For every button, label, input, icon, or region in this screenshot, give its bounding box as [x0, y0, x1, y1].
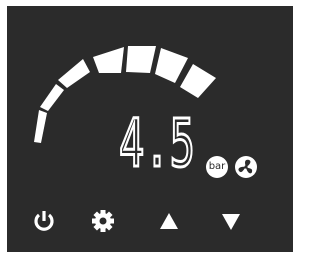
level-segment-4: [93, 47, 124, 73]
down-arrow-icon: [222, 214, 240, 230]
level-segment-6: [155, 48, 188, 83]
level-segment-2: [40, 84, 64, 111]
gear-icon: [92, 210, 114, 232]
up-arrow-icon: [160, 213, 178, 229]
level-segment-5: [126, 46, 156, 73]
pressure-readout: 4.5: [119, 109, 195, 171]
fan-icon: [235, 156, 257, 178]
decrease-button[interactable]: [217, 207, 245, 235]
level-segment-3: [58, 59, 90, 88]
pressure-value: 4.5: [119, 109, 195, 171]
increase-button[interactable]: [155, 207, 183, 235]
power-icon: [34, 211, 54, 231]
power-button[interactable]: [30, 207, 58, 235]
level-segment-7: [180, 64, 216, 98]
level-segment-1: [34, 110, 47, 143]
unit-badge: bar: [206, 156, 228, 178]
settings-button[interactable]: [89, 207, 117, 235]
